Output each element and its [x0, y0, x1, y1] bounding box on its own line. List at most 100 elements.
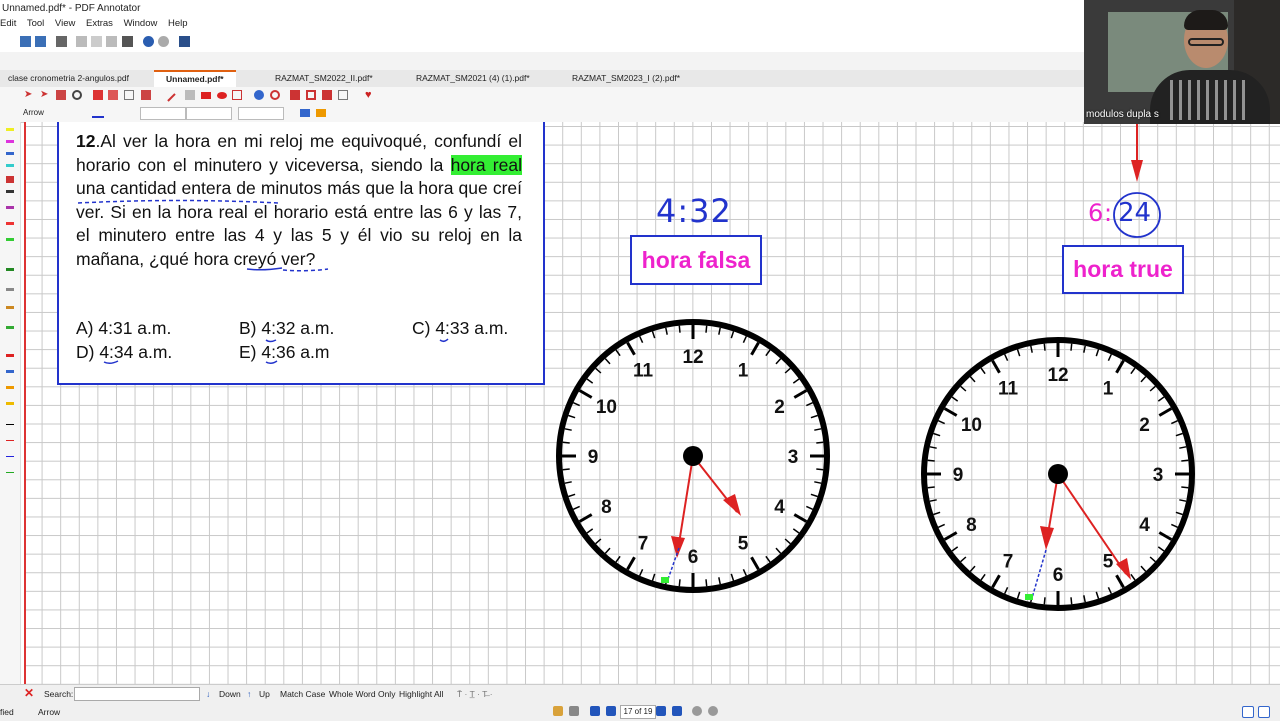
clock-true-tick: [1115, 574, 1125, 589]
red-arrow-head: [1131, 160, 1143, 182]
clock-false-tick: [626, 556, 636, 571]
clock-false-tick: [793, 389, 808, 399]
clock-true-tick: [991, 574, 1001, 589]
clock-true-tick: [929, 446, 937, 449]
clock-false-tick: [765, 349, 771, 357]
search-input[interactable]: [74, 687, 200, 701]
clock-false-tick: [615, 349, 621, 357]
open-folder-icon[interactable]: [553, 706, 563, 716]
clock-true-tick: [1158, 531, 1173, 541]
false-time-label: hora falsa: [630, 235, 762, 285]
clock-true-tick: [1140, 376, 1147, 383]
previous-page-icon[interactable]: [606, 706, 616, 716]
up-arrow-icon[interactable]: ↑: [247, 689, 251, 699]
clock-false-numeral-4: 4: [774, 497, 785, 518]
underline-option-c: [439, 338, 449, 343]
page-indicator[interactable]: 17 of 19: [620, 705, 656, 719]
clock-true-tick: [1157, 546, 1165, 552]
clock-true-tick: [927, 486, 935, 489]
clock-false-tick: [678, 325, 681, 333]
single-page-view-icon[interactable]: [1242, 706, 1254, 718]
clock-false-tick: [805, 402, 814, 407]
clock-false-tick: [568, 493, 576, 498]
true-minutes-text: 24: [1118, 198, 1152, 228]
clock-true-numeral-7: 7: [1003, 552, 1014, 573]
clock-false: 121234567891011: [556, 319, 830, 593]
status-bar: ✕ Search: ↓ Down ↑ Up Match Case Whole W…: [0, 684, 1280, 721]
true-time-label: hora true: [1062, 245, 1184, 294]
clock-false-tick: [595, 538, 602, 545]
clock-true-tick: [1083, 345, 1086, 353]
first-page-icon[interactable]: [590, 706, 600, 716]
text-style-icon[interactable]: T̄ · T̲ · T̶ ·: [457, 689, 493, 699]
clock-false-tick: [814, 428, 822, 431]
clock-true-green-mark: [1025, 594, 1033, 600]
clock-false-tick: [742, 568, 747, 577]
clock-true-tick: [1175, 511, 1183, 516]
search-down-button[interactable]: Down: [219, 689, 241, 699]
clock-true-tick: [933, 511, 941, 516]
clock-false-tick: [750, 341, 760, 356]
clock-false-tick: [578, 389, 593, 399]
two-page-view-icon[interactable]: [1258, 706, 1270, 718]
history-icon[interactable]: [569, 706, 579, 716]
search-label: Search:: [44, 689, 74, 699]
false-time-text: 4:32: [656, 192, 732, 230]
clock-true-tick: [1130, 367, 1136, 375]
clock-true-tick: [1107, 586, 1112, 595]
clock-true-tick: [980, 367, 986, 375]
match-case-toggle[interactable]: Match Case: [280, 689, 325, 699]
down-arrow-icon[interactable]: ↓: [206, 689, 210, 699]
clock-false-tick: [718, 327, 721, 335]
close-search-icon[interactable]: ✕: [24, 687, 34, 699]
clock-false-tick: [651, 573, 656, 581]
clock-true-tick: [1083, 595, 1086, 603]
clock-true-numeral-9: 9: [953, 465, 964, 486]
highlight-all-toggle[interactable]: Highlight All: [399, 689, 443, 699]
clock-false-tick: [639, 335, 644, 344]
clock-true-tick: [1175, 432, 1183, 437]
clock-false-tick: [615, 555, 621, 563]
last-page-icon[interactable]: [672, 706, 682, 716]
clock-true-tick: [937, 523, 946, 528]
next-page-icon[interactable]: [656, 706, 666, 716]
clock-false-tick: [810, 414, 818, 419]
clock-true-numeral-12: 12: [1047, 365, 1068, 386]
whole-word-toggle[interactable]: Whole Word Only: [329, 689, 395, 699]
forward-icon[interactable]: [708, 706, 718, 716]
underline-option-b: [265, 339, 277, 343]
clock-true-tick: [991, 359, 1001, 374]
clock-true-tick: [1095, 349, 1100, 357]
clock-true-numeral-10: 10: [961, 415, 982, 436]
clock-true-tick: [1170, 420, 1179, 425]
video-feed[interactable]: modulos dupla s: [1084, 0, 1280, 124]
clock-false-numeral-7: 7: [638, 534, 649, 555]
clock-false-tick: [604, 547, 611, 554]
clock-false-tick: [568, 414, 576, 419]
clock-false-tick: [750, 556, 760, 571]
clock-false-tick: [562, 441, 570, 444]
clock-true-tick: [933, 432, 941, 437]
underline-4-y: [246, 267, 283, 271]
clock-true-tick: [1043, 597, 1046, 605]
clock-false-tick: [705, 325, 708, 333]
clock-false-tick: [651, 331, 656, 339]
clock-true-tick: [1095, 591, 1100, 599]
clock-true: 121234567891011: [921, 337, 1195, 611]
clock-false-numeral-10: 10: [596, 397, 617, 418]
dashed-underline-2: [282, 268, 329, 272]
clock-true-numeral-1: 1: [1103, 378, 1114, 399]
clock-false-numeral-11: 11: [633, 360, 654, 381]
clock-false-green-mark: [661, 577, 669, 583]
clock-false-tick: [604, 358, 611, 365]
clock-false-numeral-9: 9: [588, 447, 599, 468]
clock-false-tick: [730, 573, 735, 581]
clock-false-tick: [816, 441, 824, 444]
clock-false-tick: [775, 358, 782, 365]
clock-false-tick: [586, 378, 594, 384]
clock-false-tick: [705, 579, 708, 587]
clock-true-tick: [943, 407, 958, 417]
clock-false-tick: [784, 538, 791, 545]
back-icon[interactable]: [692, 706, 702, 716]
search-up-button[interactable]: Up: [259, 689, 270, 699]
